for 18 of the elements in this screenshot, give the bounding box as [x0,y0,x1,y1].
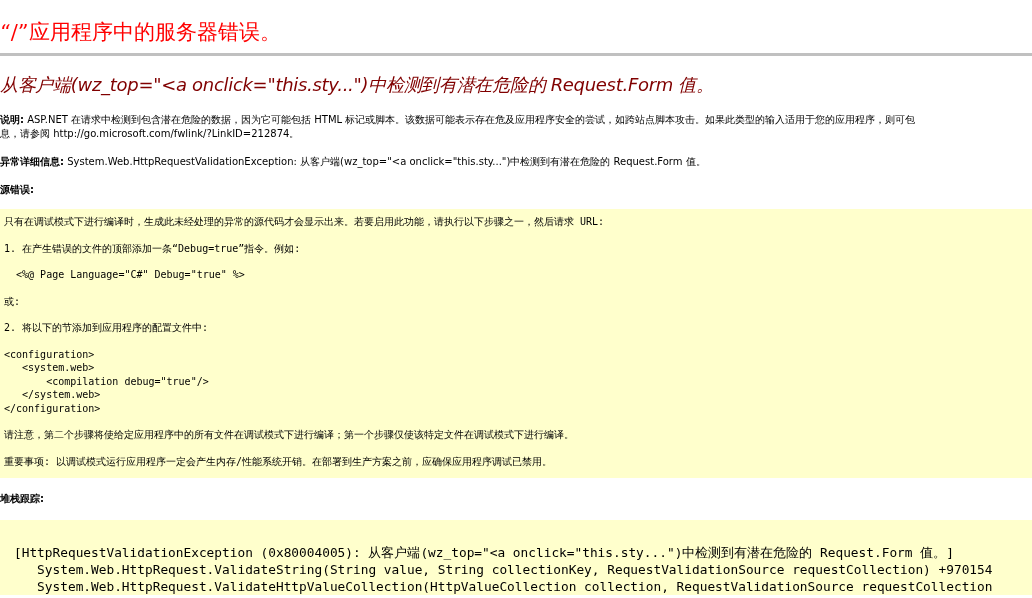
stack-trace-line: System.Web.HttpRequest.ValidateHttpValueCollection(HttpValueCollection collection, RequestValidationSource requestCollection [36,578,994,595]
error-description: 说明: ASP.NET 在请求中检测到包含潜在危险的数据，因为它可能包括 HTML 标记或脚本。该数据可能表示存在危及应用程序安全的尝试，如跨站点脚本攻击。如果此类型的输入适用于您的应用程序，则可包 [0,113,917,127]
code-text: 只有在调试模式下进行编译时，生成此未经处理的异常的源代码才会显示出来。若要启用此功能，请执行以下步骤之一，然后请求 URL: [4,215,606,229]
section-heading: 源错误: [0,183,35,197]
code-text: 请注意，第二个步骤将使给定应用程序中的所有文件在调试模式下进行编译；第一个步骤仅使该特定文件在调试模式下进行编译。 [4,428,575,442]
code-text: <%@ Page Language="C#" Debug="true" %> [15,268,246,282]
section-heading: 堆栈跟踪: [0,492,45,506]
error-description: 息，请参阅 http://go.microsoft.com/fwlink/?LinkID=212874。 [0,127,301,141]
page-title: “/”应用程序中的服务器错误。 [0,19,282,46]
error-heading: 从客户端(wz_top="<a onclick="this.sty...")中检测到有潜在危险的 Request.Form 值。 [0,73,715,97]
code-text: 2. 将以下的节添加到应用程序的配置文件中: [4,321,210,335]
code-text: <configuration> <system.web> <compilation debug="true"/> </system.web> </configuration> [4,347,210,415]
code-text: 或: [4,294,22,308]
code-text: 1. 在产生错误的文件的顶部添加一条“Debug=true”指令。例如: [4,241,302,255]
stack-trace-line: System.Web.HttpRequest.ValidateString(String value, String collectionKey, RequestValidationSource requestCollection) +970154 [36,561,994,578]
code-text: 重要事项: 以调试模式运行应用程序一定会产生内存/性能系统开销。在部署到生产方案之前，应确保应用程序调试已禁用。 [4,454,554,468]
stack-trace-line: [HttpRequestValidationException (0x80004005): 从客户端(wz_top="<a onclick="this.sty...")中检测到有潜在危险的 Request.Form 值。] [14,544,955,561]
error-description: 异常详细信息: System.Web.HttpRequestValidationException: 从客户端(wz_top="<a onclick="this.sty...")中检测到有潜在危险的 Request.Form 值。 [0,155,707,169]
